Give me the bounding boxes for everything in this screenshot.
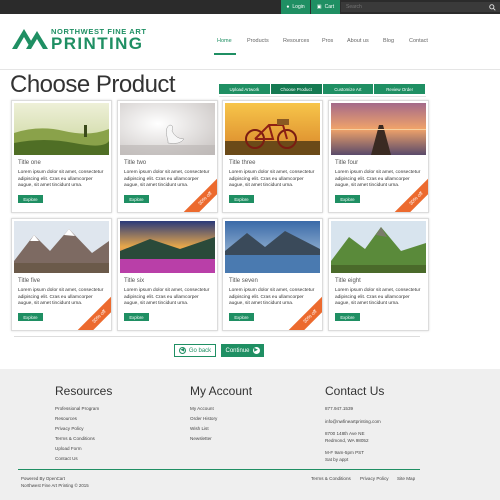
footer-link[interactable]: Terms & Conditions: [55, 434, 99, 444]
explore-button[interactable]: Explore: [335, 313, 360, 321]
explore-button[interactable]: Explore: [229, 195, 254, 203]
product-card: Title seven Lorem ipsum dolor sit amet, …: [222, 218, 323, 331]
product-title: Title six: [124, 278, 145, 284]
step-choose-product[interactable]: Choose Product: [270, 84, 323, 94]
product-title: Title five: [18, 278, 41, 284]
product-title: Title two: [124, 160, 147, 166]
product-card: Title one Lorem ipsum dolor sit amet, co…: [11, 100, 112, 213]
product-image-pier[interactable]: [331, 103, 426, 155]
product-image-flower-valley[interactable]: [120, 221, 215, 273]
product-description: Lorem ipsum dolor sit amet, consectetur …: [18, 170, 104, 189]
steps-divider: [219, 96, 426, 97]
mountain-logo-icon[interactable]: [12, 25, 48, 49]
arrow-right-icon: ▶: [252, 347, 260, 354]
explore-button[interactable]: Explore: [124, 195, 149, 203]
footer-heading-resources: Resources: [55, 384, 113, 398]
contact-hours-line2: Sat by appt: [325, 456, 349, 462]
cart-label: Cart: [324, 4, 335, 10]
footer-heading-contact: Contact Us: [325, 384, 385, 398]
product-card: Title two Lorem ipsum dolor sit amet, co…: [117, 100, 218, 213]
continue-label: Continue: [225, 347, 250, 354]
product-description: Lorem ipsum dolor sit amet, consectetur …: [335, 288, 421, 307]
product-description: Lorem ipsum dolor sit amet, consectetur …: [124, 170, 210, 189]
login-label: Login: [292, 4, 305, 10]
nav-products[interactable]: Products: [247, 38, 269, 44]
explore-button[interactable]: Explore: [124, 313, 149, 321]
contact-email[interactable]: info@nwfineartprinting.com: [325, 419, 381, 426]
footer-account-list: My Account Order History Wish List Newsl…: [190, 404, 217, 444]
search-icon[interactable]: [489, 4, 496, 11]
cart-icon: ▣: [316, 4, 322, 10]
product-title: Title three: [229, 160, 256, 166]
nav-contact[interactable]: Contact: [409, 38, 428, 44]
footer-link[interactable]: Resources: [55, 414, 99, 424]
product-title: Title one: [18, 160, 41, 166]
step-review-order[interactable]: Review Order: [374, 84, 426, 94]
nav-pros[interactable]: Pros: [322, 38, 333, 44]
cart-button[interactable]: ▣ Cart: [311, 0, 340, 14]
go-back-button[interactable]: ◀ Go back: [174, 344, 216, 357]
explore-button[interactable]: Explore: [18, 195, 43, 203]
footer-link[interactable]: Order History: [190, 414, 217, 424]
product-description: Lorem ipsum dolor sit amet, consectetur …: [229, 288, 315, 307]
nav-home[interactable]: Home: [217, 38, 232, 44]
footer-contact-info: 877.947.1539 info@nwfineartprinting.com …: [325, 406, 381, 463]
logo-wordmark[interactable]: PRINTING: [51, 34, 143, 54]
product-description: Lorem ipsum dolor sit amet, consectetur …: [229, 170, 315, 189]
footer-divider: [18, 469, 420, 470]
user-icon: ●: [286, 4, 290, 10]
product-card: Title six Lorem ipsum dolor sit amet, co…: [117, 218, 218, 331]
footer-sitemap-link[interactable]: Site Map: [397, 476, 415, 481]
order-steps: Upload Artwork Choose Product Customize …: [219, 84, 426, 94]
footer-link[interactable]: Upload Form: [55, 444, 99, 454]
arrow-left-icon: ◀: [178, 347, 186, 354]
continue-button[interactable]: Continue ▶: [221, 344, 264, 357]
product-image-mountain-lake[interactable]: [225, 221, 320, 273]
footer-link[interactable]: Professional Program: [55, 404, 99, 414]
step-customize-art[interactable]: Customize Art: [322, 84, 375, 94]
product-image-snowy-mountains[interactable]: [14, 221, 109, 273]
product-card: Title eight Lorem ipsum dolor sit amet, …: [328, 218, 429, 331]
nav-blog[interactable]: Blog: [383, 38, 394, 44]
page-title: Choose Product: [10, 71, 176, 98]
product-description: Lorem ipsum dolor sit amet, consectetur …: [18, 288, 104, 307]
explore-button[interactable]: Explore: [335, 195, 360, 203]
footer-link[interactable]: My Account: [190, 404, 217, 414]
search-input[interactable]: [341, 2, 500, 12]
footer-credits: Powered By OpenCart Northwest Fine Art P…: [21, 476, 89, 489]
product-image-bicycle[interactable]: [225, 103, 320, 155]
explore-button[interactable]: Explore: [229, 313, 254, 321]
site-header: NORTHWEST FINE ART PRINTING Home Product…: [0, 14, 500, 70]
footer-link[interactable]: Contact Us: [55, 454, 99, 464]
copyright-text: Northwest Fine Art Printing © 2015: [21, 482, 89, 488]
product-image-hills[interactable]: [14, 103, 109, 155]
footer-link[interactable]: Newsletter: [190, 434, 217, 444]
footer-link[interactable]: Privacy Policy: [55, 424, 99, 434]
footer-link[interactable]: Wish List: [190, 424, 217, 434]
explore-button[interactable]: Explore: [18, 313, 43, 321]
nav-resources[interactable]: Resources: [283, 38, 309, 44]
product-card: Title three Lorem ipsum dolor sit amet, …: [222, 100, 323, 213]
footer-heading-account: My Account: [190, 384, 253, 398]
active-nav-indicator: [214, 53, 236, 55]
top-utility-bar: ● Login ▣ Cart: [0, 0, 500, 14]
product-title: Title four: [335, 160, 359, 166]
nav-about-us[interactable]: About us: [347, 38, 369, 44]
product-title: Title eight: [335, 278, 361, 284]
product-title: Title seven: [229, 278, 258, 284]
product-image-green-cliffs[interactable]: [331, 221, 426, 273]
login-button[interactable]: ● Login: [281, 0, 310, 14]
footer-resources-list: Professional Program Resources Privacy P…: [55, 404, 99, 464]
product-card: Title four Lorem ipsum dolor sit amet, c…: [328, 100, 429, 213]
product-card: Title five Lorem ipsum dolor sit amet, c…: [11, 218, 112, 331]
product-description: Lorem ipsum dolor sit amet, consectetur …: [124, 288, 210, 307]
content-divider: [14, 336, 420, 337]
go-back-label: Go back: [188, 347, 212, 354]
step-upload-artwork[interactable]: Upload Artwork: [219, 84, 271, 94]
product-image-swan[interactable]: [120, 103, 215, 155]
site-footer: Resources Professional Program Resources…: [0, 369, 500, 500]
footer-terms-link[interactable]: Terms & Conditions: [311, 476, 351, 481]
product-description: Lorem ipsum dolor sit amet, consectetur …: [335, 170, 421, 189]
footer-privacy-link[interactable]: Privacy Policy: [360, 476, 389, 481]
